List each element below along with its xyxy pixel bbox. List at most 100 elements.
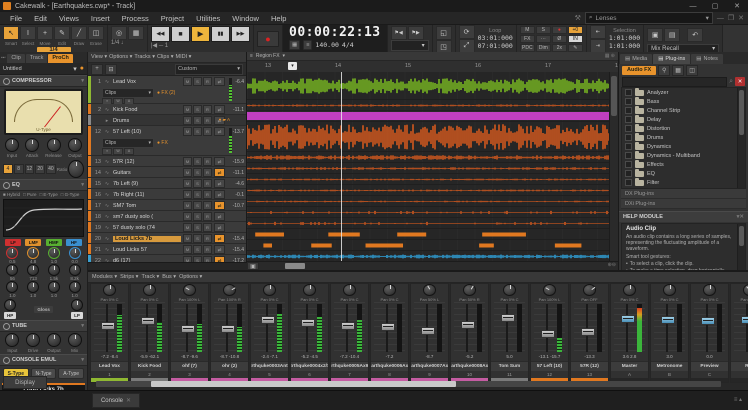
tree-scrollbar[interactable] [737,88,745,188]
eq-knob[interactable] [48,264,60,276]
channel-name[interactable]: Earthquke0008Ax7 [451,361,488,371]
capture-image-icon[interactable]: ▣ [647,28,663,42]
track-m-button[interactable]: M [183,168,192,177]
rewind-button[interactable]: ◀◀ [151,26,170,42]
mixer-strip[interactable]: Pan 0% C0.0PreviewC [690,283,729,383]
audio-fx-button[interactable]: Audio FX [622,66,656,75]
automation-button-≡[interactable]: ≡ [102,148,112,155]
trackpane-menu-view[interactable]: View ▾ [91,54,107,60]
plugin-folder-row[interactable]: Dynamics [622,142,745,151]
track-name[interactable]: Lead Vox [113,79,181,85]
tempo-icon[interactable]: ▦ [289,40,300,50]
track-r-button[interactable]: R [203,157,212,166]
plugin-category-row[interactable]: DXi Plug-ins [621,199,746,209]
clip-lane[interactable] [247,196,610,207]
arrange-vertical-scrollbar[interactable] [609,72,618,262]
track-s-button[interactable]: S [193,212,202,221]
clips-pane-options-icon[interactable]: ▦ ⊕ [605,53,615,59]
channel-name[interactable]: Earthquke0007Ax7 [411,361,448,371]
export-doc-icon[interactable]: ▤ [664,28,680,42]
channel-name[interactable]: Tom Sum [491,361,528,371]
eq-type-hybrid[interactable]: ■ Hybrid [3,192,20,197]
inspector-dock-icons[interactable]: ▪▪▫ [1,55,6,61]
lp-button[interactable]: LP [71,312,83,319]
compressor-output-knob[interactable] [68,160,84,178]
plugin-grid-icon[interactable]: ▦ [672,65,684,76]
eq-type-g-type[interactable]: □ G-Type [61,192,80,197]
track-name[interactable]: SM7 Tom [113,203,181,209]
tempo-value[interactable]: 140.00 [315,41,338,49]
mix-module-button-fx[interactable]: FX [520,35,535,43]
maximize-button[interactable]: ▢ [704,0,726,12]
fader-cap[interactable] [221,325,235,333]
mixer-strip[interactable]: Pan OFF-13.357R (12)13 [570,283,609,383]
track-m-button[interactable]: M [183,234,192,243]
channel-name[interactable]: ohf (7) [171,361,208,371]
track-row[interactable]: 19∿57 dusty solo (74MSR⇌ [88,222,246,233]
child-minimize-button[interactable]: — [717,15,724,22]
input-echo-button[interactable]: ⇌ [214,77,225,86]
compressor-release-knob[interactable]: Release [45,138,62,158]
add-track-button[interactable]: + [91,64,103,75]
mixer-menu-bus[interactable]: Bus ▾ [162,274,176,280]
folder-checkbox[interactable] [625,116,632,123]
input-echo-button[interactable]: ⇌ [214,212,225,221]
gloss-button[interactable]: Gloss [34,306,53,313]
record-button[interactable]: ● [257,31,279,47]
track-name[interactable]: sm7 dusty solo ( [113,214,181,220]
track-name[interactable]: Guitars [113,170,181,176]
zoom-buttons[interactable]: ⊕⊖ [608,262,616,268]
knob-dial[interactable] [5,333,19,347]
smart-tool-button[interactable]: ↖ [3,26,19,40]
clip-lane[interactable] [247,122,610,152]
fader-cap[interactable] [301,319,315,327]
time-display[interactable]: 00:00:22:13 [289,26,381,40]
mix-module-button-dim[interactable]: Dim [536,44,551,52]
rtz-row[interactable]: |◀ ─ 1 [151,42,250,49]
track-row[interactable]: 1∿Lead VoxMSR⇌-6.4Clips▾● FX (2)≡WA [88,76,246,104]
mix-module-button-s[interactable]: S [536,26,551,34]
help-module-body[interactable]: Audio Clip An audio clip contains a long… [621,223,746,270]
track-header-line[interactable]: 17∿SM7 TomMSR⇌-10.7 [88,200,246,211]
ratio-20-button[interactable]: 20 [35,164,45,174]
arrange-horizontal-scrollbar[interactable]: ▣ ⊕⊖ [247,261,618,270]
track-manager-icon[interactable]: ⊟ [105,64,117,75]
fader-cap[interactable] [701,317,715,325]
clip-lane[interactable] [247,240,610,251]
menu-edit[interactable]: Edit [28,14,53,23]
fader-cap[interactable] [621,315,635,323]
clips-lanes[interactable] [247,72,610,262]
plugin-folder-row[interactable]: Distortion [622,124,745,133]
help-scrollbar[interactable] [737,224,745,270]
fader-cap[interactable] [581,328,595,336]
clip-lane[interactable] [247,100,610,111]
track-r-button[interactable]: R [203,234,212,243]
meter-value[interactable]: 4/4 [342,41,354,49]
channel-name[interactable]: 57R (12) [571,361,608,371]
prev-marker-icon[interactable]: ⚑◀ [391,26,407,40]
mix-module-button-pdc[interactable]: PDC [520,44,535,52]
pan-knob[interactable] [223,284,236,296]
channel-name[interactable]: Lead Vox [91,361,128,371]
track-s-button[interactable]: S [193,245,202,254]
console-type-a-type[interactable]: A-Type [58,368,84,379]
plugin-folder-row[interactable]: Dynamics - Multiband [622,151,745,160]
mixer-strip[interactable]: Pan 0% C3.6 2.8MasterA [610,283,649,383]
folder-checkbox[interactable] [625,89,632,96]
mix-module-button-m[interactable]: M [520,26,535,34]
help-module-header[interactable]: HELP MODULE ▾ ✕ [619,211,748,222]
mixer-strip[interactable]: Pan 0% C5.0Tom Sum11 [490,283,529,383]
child-close-button[interactable]: ✕ [738,14,744,22]
eq-band-hmf-button[interactable]: HMF [46,239,62,246]
track-name[interactable]: 57 dusty solo (74 [113,225,181,231]
mixer-menu-modules[interactable]: Modules ▾ [92,274,117,280]
punch-in-icon[interactable]: ◱ [436,26,452,40]
track-m-button[interactable]: M [183,77,192,86]
eq-knob[interactable] [48,281,60,293]
plugin-folder-row[interactable]: EQ [622,169,745,178]
eq-band-hf-button[interactable]: HF [66,239,82,246]
track-row[interactable]: 21∿Loud Licks 57MSR⇌-15.4 [88,244,246,255]
console-emul-header[interactable]: CONSOLE EMUL ▾ [0,354,87,366]
mixer-strip[interactable]: Pan 0% CRevD [730,283,748,383]
lens-search-box[interactable]: ⌕ Lenses ▾ [585,12,713,24]
